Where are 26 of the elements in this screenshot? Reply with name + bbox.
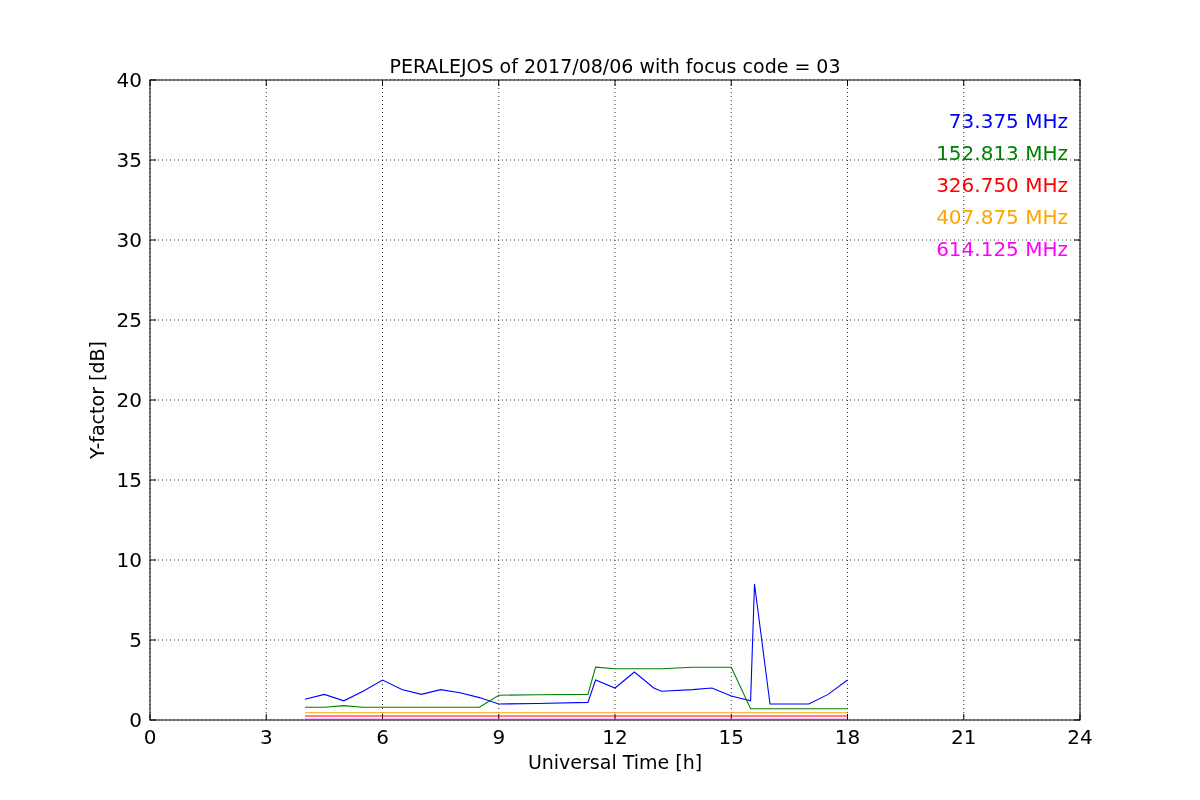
tick-label: 9	[492, 725, 506, 749]
axis-title: Y-factor [dB]	[86, 341, 108, 459]
tick-label: 40	[116, 68, 142, 92]
tick-label: 3	[259, 725, 273, 749]
tick-label: 6	[376, 725, 389, 749]
tick-label: 35	[116, 148, 142, 172]
tick-label: 10	[116, 548, 142, 572]
tick-label: 15	[718, 725, 744, 749]
axis-title: Universal Time [h]	[527, 751, 703, 773]
tick-label: 30	[116, 228, 142, 252]
tick-label: 25	[116, 308, 142, 332]
legend-label: 614.125 MHz	[936, 237, 1068, 261]
legend-label: 407.875 MHz	[936, 205, 1068, 229]
legend-label: 73.375 MHz	[948, 109, 1068, 133]
tick-label: 18	[834, 725, 861, 749]
chart-title: PERALEJOS of 2017/08/06 with focus code = 03	[389, 55, 841, 77]
tick-label: 5	[129, 628, 142, 652]
tick-label: 0	[143, 725, 157, 749]
tick-label: 12	[602, 725, 628, 749]
tick-label: 20	[116, 388, 142, 412]
legend-label: 152.813 MHz	[936, 141, 1068, 165]
tick-label: 24	[1067, 725, 1093, 749]
legend-label: 326.750 MHz	[936, 173, 1068, 197]
tick-label: 15	[116, 468, 142, 492]
tick-label: 0	[129, 708, 142, 732]
tick-label: 21	[951, 725, 977, 749]
